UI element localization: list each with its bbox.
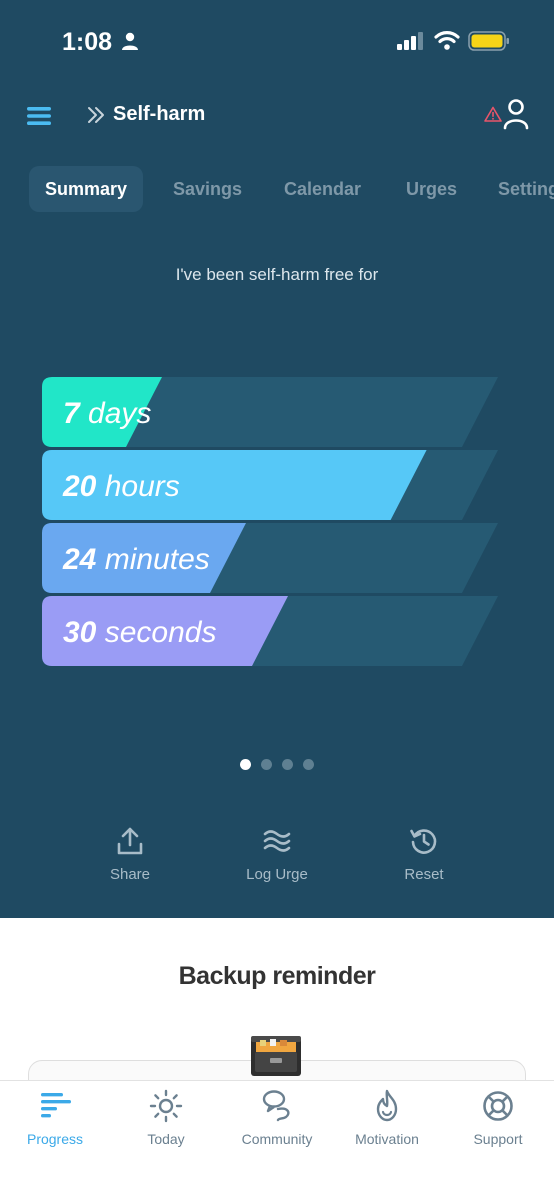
streak-value: 7 [63,397,81,430]
history-icon [410,829,437,854]
waves-icon [263,830,291,852]
page-dot[interactable] [282,759,293,770]
share-icon [117,827,143,855]
page-indicator [0,757,554,770]
community-icon [262,1090,290,1122]
sun-icon [149,1089,183,1123]
nav-motivation[interactable]: Motivation [332,1089,442,1147]
streak-value: 24 [62,543,97,576]
file-cabinet-icon [251,1036,301,1076]
lifebuoy-icon [483,1091,513,1121]
nav-support-label: Support [473,1131,523,1147]
log-urge-label: Log Urge [246,866,308,883]
streak-unit: minutes [105,543,210,576]
nav-today-label: Today [147,1131,185,1147]
share-button[interactable]: Share [70,826,190,883]
bottom-navigation: Progress Today Community Motivation Supp… [0,1080,554,1200]
streak-unit: hours [105,470,180,503]
nav-support[interactable]: Support [443,1089,553,1147]
streak-bar-label: 24 minutes [62,543,210,576]
nav-today[interactable]: Today [111,1089,221,1147]
streak-unit: days [88,397,151,430]
summary-panel: 1:08 Self-harm Summary Savings Calendar … [0,0,554,918]
nav-community[interactable]: Community [222,1089,332,1147]
nav-progress[interactable]: Progress [0,1089,110,1147]
nav-motivation-label: Motivation [355,1131,419,1147]
log-urge-button[interactable]: Log Urge [217,826,337,883]
backup-reminder-title: Backup reminder [178,962,376,990]
flame-icon [376,1089,398,1122]
nav-progress-label: Progress [26,1131,84,1147]
reset-label: Reset [404,866,444,883]
streak-bar-label: 7 days [63,397,151,430]
page-dot[interactable] [240,759,251,770]
streak-counter[interactable]: 7 days 20 hours 24 minutes 30 seconds [0,0,554,918]
streak-bar-label: 30 seconds [63,616,216,649]
streak-value: 30 [63,616,97,649]
streak-bar-label: 20 hours [62,470,180,503]
page-dot[interactable] [261,759,272,770]
page-dot[interactable] [303,759,314,770]
progress-icon [41,1093,71,1118]
nav-community-label: Community [241,1131,313,1147]
streak-unit: seconds [105,616,217,649]
share-label: Share [109,866,151,883]
reset-button[interactable]: Reset [364,826,484,883]
streak-value: 20 [62,470,97,503]
